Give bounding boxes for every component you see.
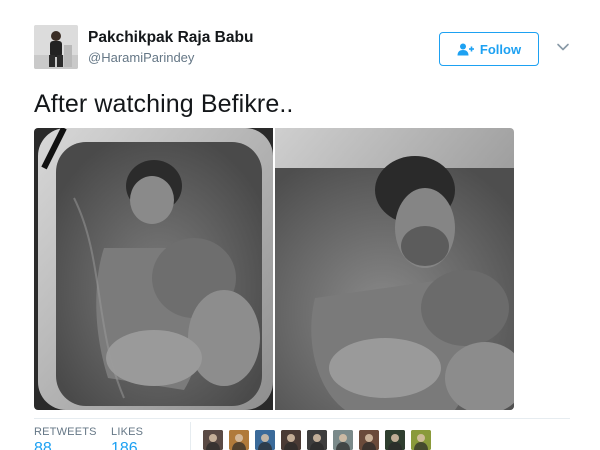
stats-vertical-divider	[190, 422, 191, 450]
liker-avatar[interactable]	[359, 430, 379, 450]
stats-divider-line	[34, 418, 570, 419]
tweet-card: Pakchikpak Raja Babu @HaramiParindey Fol…	[0, 0, 600, 450]
liker-avatar[interactable]	[255, 430, 275, 450]
tweet-text: After watching Befikre..	[34, 90, 294, 118]
retweets-stat[interactable]: RETWEETS 88	[34, 426, 97, 450]
follow-button[interactable]: Follow	[439, 32, 539, 66]
likes-stat[interactable]: LIKES 186	[111, 426, 143, 450]
retweets-count: 88	[34, 440, 52, 450]
media-photo-1[interactable]	[34, 128, 273, 410]
liker-avatar[interactable]	[411, 430, 431, 450]
author-avatar[interactable]	[34, 25, 78, 69]
liker-avatar[interactable]	[203, 430, 223, 450]
follow-person-plus-icon	[457, 43, 474, 56]
liker-avatar[interactable]	[307, 430, 327, 450]
liker-avatar[interactable]	[385, 430, 405, 450]
liker-avatar[interactable]	[333, 430, 353, 450]
liker-avatar[interactable]	[281, 430, 301, 450]
retweets-label: RETWEETS	[34, 426, 97, 438]
liker-avatars	[203, 430, 431, 450]
liker-avatar[interactable]	[229, 430, 249, 450]
likes-count: 186	[111, 440, 138, 450]
author-handle[interactable]: @HaramiParindey	[88, 50, 194, 65]
author-name[interactable]: Pakchikpak Raja Babu	[88, 29, 253, 47]
follow-button-label: Follow	[479, 41, 522, 57]
media-photo-2[interactable]	[275, 128, 514, 410]
chevron-down-icon[interactable]	[556, 40, 570, 54]
likes-label: LIKES	[111, 426, 144, 438]
tweet-media[interactable]	[34, 128, 514, 410]
